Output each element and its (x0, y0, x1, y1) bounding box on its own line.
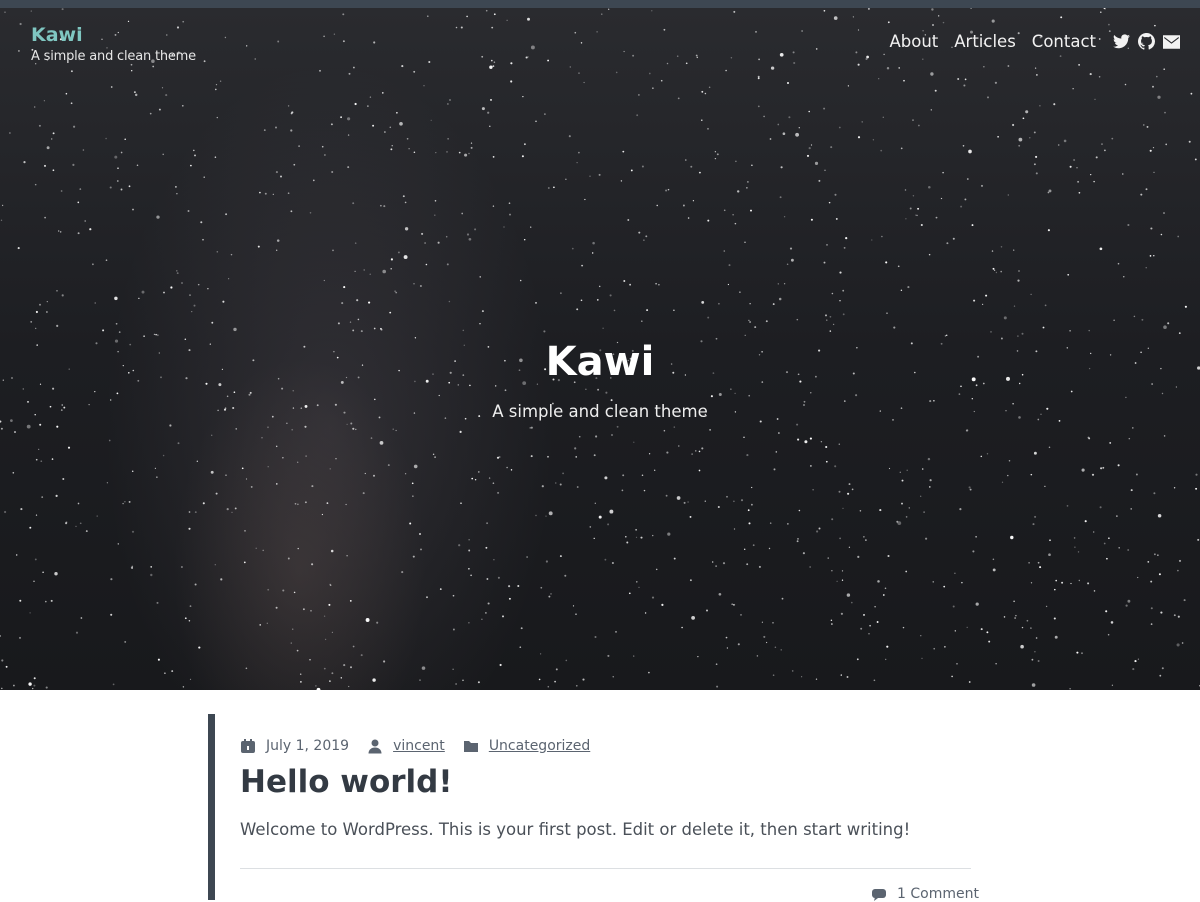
post-category-link[interactable]: Uncategorized (489, 738, 590, 754)
post-card: July 1, 2019 vincent Uncategorized Hello… (208, 714, 979, 902)
twitter-icon[interactable] (1112, 33, 1130, 51)
post-date: July 1, 2019 (266, 738, 350, 754)
github-icon[interactable] (1137, 33, 1155, 51)
user-icon (367, 738, 383, 754)
post-title[interactable]: Hello world! (240, 764, 453, 800)
post-author-link[interactable]: vincent (393, 738, 445, 754)
site-tagline: A simple and clean theme (31, 49, 196, 64)
post-divider (240, 868, 971, 869)
nav-about[interactable]: About (889, 32, 938, 51)
top-strip (0, 0, 1200, 8)
site-branding: Kawi A simple and clean theme (31, 24, 196, 64)
post-meta: July 1, 2019 vincent Uncategorized (240, 738, 608, 754)
site-title-link[interactable]: Kawi (31, 24, 196, 46)
post-excerpt: Welcome to WordPress. This is your first… (240, 820, 911, 839)
hero-content: Kawi A simple and clean theme (0, 338, 1200, 421)
nav-articles[interactable]: Articles (954, 32, 1016, 51)
folder-icon (463, 738, 479, 754)
mail-icon[interactable] (1162, 33, 1180, 51)
hero-title: Kawi (545, 339, 655, 385)
nav-contact[interactable]: Contact (1032, 32, 1096, 51)
calendar-icon (240, 738, 256, 754)
hero-tagline: A simple and clean theme (492, 402, 708, 421)
hero-banner: Kawi A simple and clean theme About Arti… (0, 8, 1200, 690)
main-navigation: About Articles Contact (873, 32, 1180, 51)
